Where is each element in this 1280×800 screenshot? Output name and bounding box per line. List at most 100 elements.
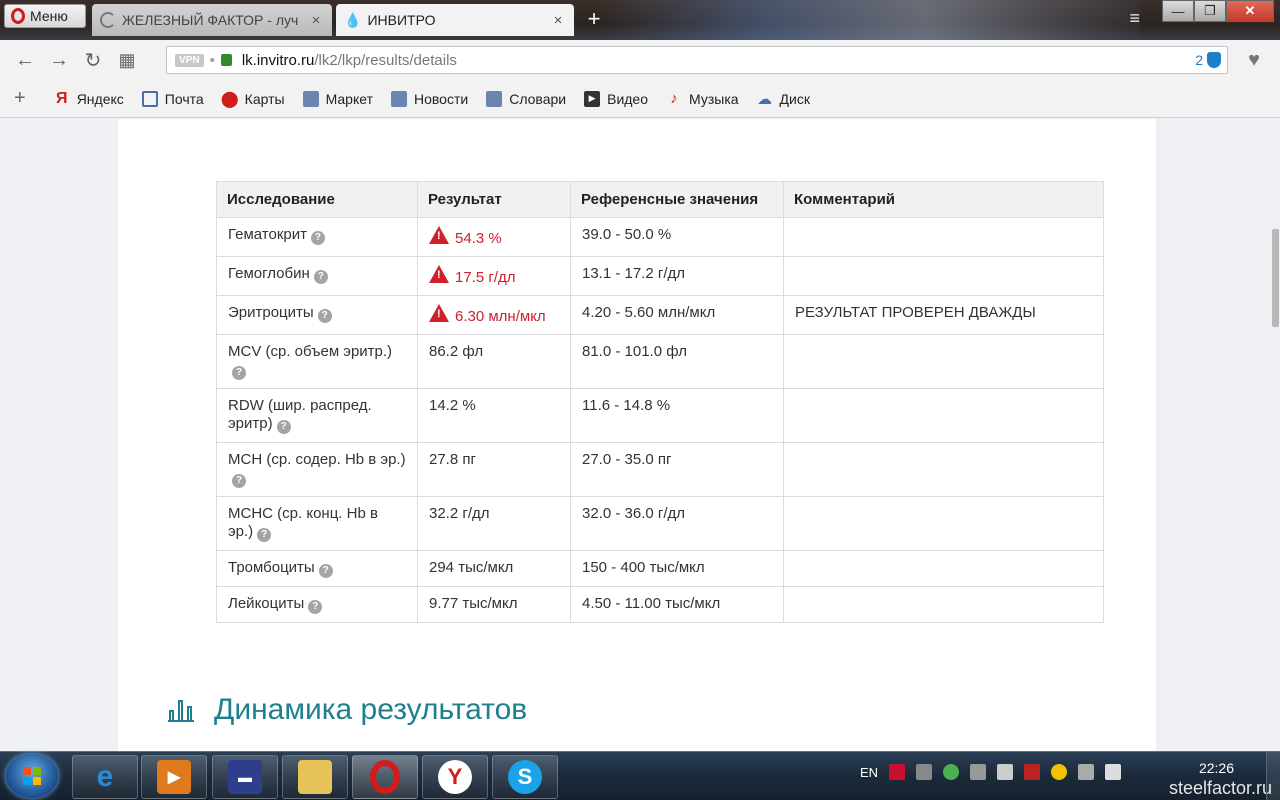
cell-test: MCV (ср. объем эритр.)? xyxy=(216,334,418,389)
warning-icon xyxy=(429,304,449,322)
music-icon: ♪ xyxy=(670,90,678,107)
adblock-count: 2 xyxy=(1195,52,1203,68)
adblock-shield-icon[interactable] xyxy=(1207,52,1221,68)
start-button[interactable] xyxy=(6,754,58,798)
cell-comment xyxy=(783,388,1104,443)
add-bookmark-icon[interactable]: + xyxy=(14,87,26,110)
taskbar-opera[interactable] xyxy=(352,755,418,799)
weather-icon[interactable] xyxy=(1051,764,1068,780)
cell-comment xyxy=(783,550,1104,587)
tab-strip: Меню ЖЕЛЕЗНЫЙ ФАКТОР - луч × 💧 ИНВИТРО ×… xyxy=(0,0,1280,40)
signal-icon[interactable] xyxy=(997,764,1014,780)
close-tab-icon[interactable]: × xyxy=(308,12,324,29)
help-icon[interactable]: ? xyxy=(318,564,333,578)
warning-icon xyxy=(429,226,449,244)
cell-result: 54.3 % xyxy=(417,217,571,257)
cell-comment xyxy=(783,256,1104,296)
heart-icon[interactable]: ♥ xyxy=(1248,49,1260,72)
language-indicator[interactable]: EN xyxy=(860,765,878,780)
help-icon[interactable]: ? xyxy=(232,366,246,380)
close-window-button[interactable]: ✕ xyxy=(1226,0,1274,22)
volume-icon[interactable] xyxy=(970,764,987,780)
tab-zheleznyi-faktor[interactable]: ЖЕЛЕЗНЫЙ ФАКТОР - луч × xyxy=(92,4,332,36)
results-card: Исследование Результат Референсные значе… xyxy=(118,119,1156,751)
help-icon[interactable]: ? xyxy=(308,600,323,614)
taskbar-media-player[interactable]: ▶ xyxy=(141,755,207,799)
speed-dial-icon[interactable]: ▦ xyxy=(110,50,144,71)
bookmark-yandex[interactable]: Я Яндекс xyxy=(54,89,124,107)
kaspersky-icon[interactable] xyxy=(889,764,906,780)
forward-button[interactable]: → xyxy=(42,49,76,72)
test-name: MCHC (ср. конц. Hb в эр.) xyxy=(228,505,378,540)
help-icon[interactable]: ? xyxy=(257,528,272,542)
bookmark-maps[interactable]: ⬤ Карты xyxy=(221,91,285,108)
bookmark-market[interactable]: Маркет xyxy=(302,90,373,107)
bookmark-label: Диск xyxy=(779,90,810,107)
tab-invitro[interactable]: 💧 ИНВИТРО × xyxy=(336,4,574,36)
bookmark-label: Новости xyxy=(414,90,469,107)
cell-test: MCHC (ср. конц. Hb в эр.)? xyxy=(216,496,418,551)
help-icon[interactable]: ? xyxy=(310,231,325,245)
cell-test: Тромбоциты? xyxy=(216,550,418,587)
bookmark-disk[interactable]: ☁ Диск xyxy=(757,90,810,108)
taskbar-save[interactable]: ▬ xyxy=(212,755,278,799)
network-status-icon[interactable] xyxy=(943,764,960,780)
result-value: 54.3 % xyxy=(455,230,502,247)
scrollbar-thumb[interactable] xyxy=(1272,229,1279,327)
safely-remove-icon[interactable] xyxy=(1078,764,1095,780)
new-tab-button[interactable]: + xyxy=(582,6,606,32)
bookmark-label: Музыка xyxy=(689,90,739,107)
bookmark-news[interactable]: Новости xyxy=(391,90,469,107)
reload-button[interactable]: ↻ xyxy=(76,48,110,73)
taskbar-internet-explorer[interactable]: e xyxy=(72,755,138,799)
help-icon[interactable]: ? xyxy=(313,270,328,284)
tab-menu-icon[interactable]: ≡ xyxy=(1129,8,1140,29)
cell-comment xyxy=(783,496,1104,551)
opera-menu-button[interactable]: Меню xyxy=(4,4,86,28)
help-icon[interactable]: ? xyxy=(317,309,332,323)
cell-reference: 13.1 - 17.2 г/дл xyxy=(570,256,784,296)
taskbar-explorer[interactable] xyxy=(282,755,348,799)
cell-reference: 11.6 - 14.8 % xyxy=(570,388,784,443)
results-table: Исследование Результат Референсные значе… xyxy=(216,181,1104,623)
lock-icon[interactable] xyxy=(220,54,232,66)
taskbar-yandex[interactable]: Y xyxy=(422,755,488,799)
bookmark-label: Видео xyxy=(607,90,649,107)
monitor-icon[interactable] xyxy=(1024,764,1041,780)
bookmark-label: Маркет xyxy=(325,90,373,107)
back-button[interactable]: ← xyxy=(8,49,42,72)
table-row: Гемоглобин? 17.5 г/дл 13.1 - 17.2 г/дл xyxy=(216,256,1104,296)
cell-result: 14.2 % xyxy=(417,388,571,443)
cell-result: 27.8 пг xyxy=(417,442,571,497)
minimize-button[interactable]: — xyxy=(1162,0,1194,22)
show-desktop-button[interactable] xyxy=(1266,752,1280,800)
help-icon[interactable]: ? xyxy=(232,474,246,488)
bookmark-dictionaries[interactable]: Словари xyxy=(486,90,566,107)
test-name: Гематокрит xyxy=(228,226,307,243)
cell-comment xyxy=(783,334,1104,389)
taskbar-skype[interactable]: S xyxy=(492,755,558,799)
address-bar[interactable]: VPN • lk.invitro.ru /lk2/lkp/results/det… xyxy=(166,46,1228,74)
header-test: Исследование xyxy=(216,181,418,218)
close-tab-icon[interactable]: × xyxy=(550,12,566,29)
flag-icon[interactable] xyxy=(1105,764,1122,780)
bookmark-music[interactable]: ♪ Музыка xyxy=(666,90,739,107)
page-scrollbar[interactable] xyxy=(1270,119,1280,751)
url-path: /lk2/lkp/results/details xyxy=(314,51,457,69)
result-value: 32.2 г/дл xyxy=(429,505,490,522)
vpn-badge[interactable]: VPN xyxy=(175,53,204,67)
bookmark-video[interactable]: ▶ Видео xyxy=(584,90,649,107)
windows-logo-icon xyxy=(23,767,41,785)
help-icon[interactable]: ? xyxy=(276,420,291,434)
dynamics-title[interactable]: Динамика результатов xyxy=(214,693,527,727)
usb-icon[interactable] xyxy=(916,764,933,780)
yandex-browser-icon: Y xyxy=(438,760,472,794)
yandex-icon: Я xyxy=(55,89,68,107)
bookmark-mail[interactable]: Почта xyxy=(141,90,204,107)
test-name: Тромбоциты xyxy=(228,559,315,576)
cell-reference: 32.0 - 36.0 г/дл xyxy=(570,496,784,551)
tab-label: ИНВИТРО xyxy=(367,12,436,28)
test-name: Эритроциты xyxy=(228,304,314,321)
maximize-button[interactable]: ❐ xyxy=(1194,0,1226,22)
taskbar-clock[interactable]: 22:26 xyxy=(1199,760,1234,776)
